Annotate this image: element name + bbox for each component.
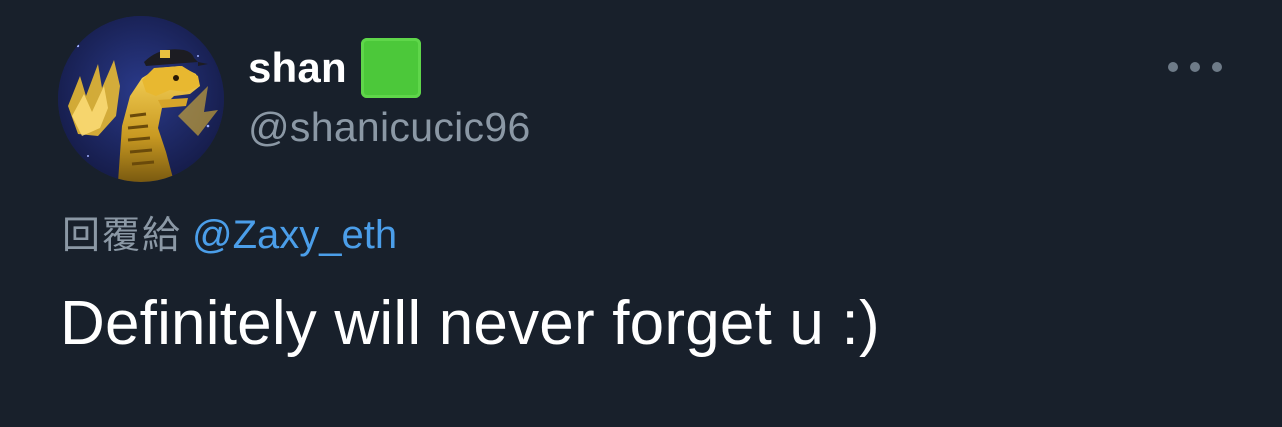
ellipsis-icon	[1168, 62, 1178, 72]
tweet-text: Definitely will never forget u :)	[60, 289, 880, 358]
author-avatar[interactable]	[58, 16, 224, 182]
more-options-button[interactable]	[1168, 52, 1222, 82]
tweet: shan @shanicucic96 回覆給 @Zaxy_eth Definite…	[0, 0, 1282, 427]
green-square-emoji-icon	[360, 38, 421, 98]
ellipsis-icon-dot-2	[1190, 62, 1200, 72]
author-display-name[interactable]: shan	[248, 44, 347, 92]
avatar-dragon-image	[58, 16, 224, 182]
reply-prefix: 回覆給	[62, 213, 183, 257]
reply-context: 回覆給 @Zaxy_eth	[62, 204, 397, 259]
ellipsis-icon-dot-3	[1212, 62, 1222, 72]
author-handle[interactable]: @shanicucic96	[248, 104, 531, 151]
author-name-row: shan	[248, 36, 421, 100]
reply-mention-link[interactable]: @Zaxy_eth	[192, 213, 397, 257]
